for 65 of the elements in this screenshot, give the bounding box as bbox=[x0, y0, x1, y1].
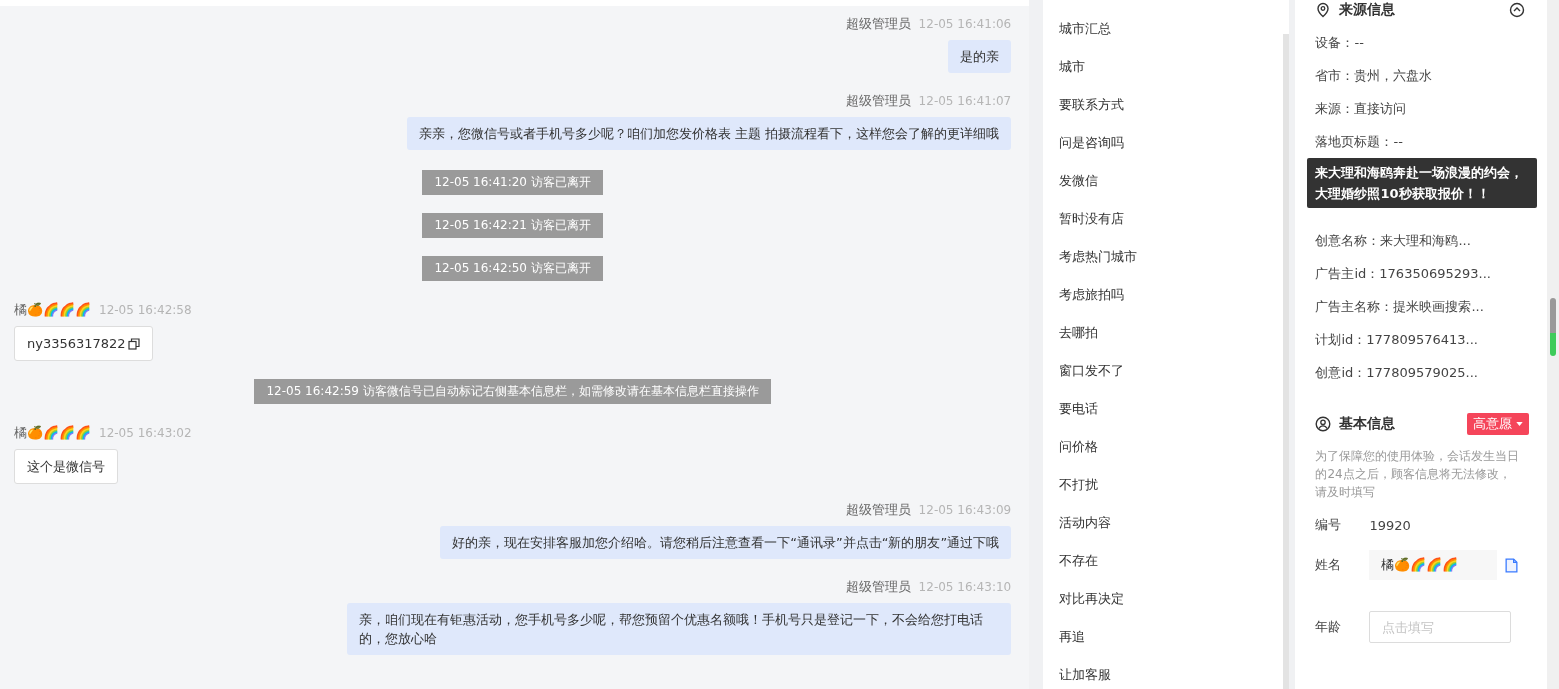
quick-reply-item[interactable]: 去哪拍 bbox=[1059, 314, 1283, 352]
quick-reply-item[interactable]: 再追 bbox=[1059, 618, 1283, 656]
quick-reply-item[interactable]: 发微信 bbox=[1059, 162, 1283, 200]
section-title: 基本信息 bbox=[1339, 415, 1396, 433]
message-time: 12-05 16:42:58 bbox=[99, 303, 192, 317]
quick-reply-item[interactable]: 暂时没有店 bbox=[1059, 200, 1283, 238]
location-pin-icon bbox=[1315, 2, 1332, 18]
tooltip: 来大理和海鸥奔赴一场浪漫的约会，大理婚纱照10秒获取报价！！ bbox=[1307, 158, 1538, 208]
sender-name: 超级管理员 bbox=[845, 578, 911, 596]
quick-reply-item[interactable]: 考虑热门城市 bbox=[1059, 238, 1283, 276]
quick-reply-item[interactable]: 活动内容 bbox=[1059, 504, 1283, 542]
sender-name: 橘🍊🌈🌈🌈 bbox=[14, 301, 91, 319]
message-bubble: 好的亲，现在安排客服加您介绍哈。请您稍后注意查看一下“通讯录”并点击“新的朋友”通过下哦 bbox=[440, 526, 1012, 559]
quick-reply-item[interactable]: 不存在 bbox=[1059, 542, 1283, 580]
info-row-text: 创意名称：来大理和海鸥... bbox=[1315, 232, 1472, 250]
message-bubble: 是的亲 bbox=[948, 40, 1012, 73]
user-circle-icon bbox=[1315, 416, 1332, 432]
system-notice: 12-05 16:42:59 访客微信号已自动标记右侧基本信息栏，如需修改请在基本信息栏直接操作 bbox=[254, 379, 771, 404]
quick-reply-item[interactable]: 问是咨询吗 bbox=[1059, 124, 1283, 162]
message-time: 12-05 16:43:10 bbox=[918, 580, 1012, 594]
info-row-text: 广告主名称：提米映画搜索... bbox=[1315, 298, 1485, 316]
quick-reply-item[interactable]: 城市汇总 bbox=[1059, 10, 1283, 48]
intent-dropdown[interactable]: 高意愿 bbox=[1467, 413, 1530, 435]
field-label: 姓名 bbox=[1315, 556, 1343, 574]
message-time: 12-05 16:43:09 bbox=[918, 503, 1012, 517]
name-field: 橘🍊🌈🌈🌈 bbox=[1369, 550, 1498, 580]
info-row-text: 设备：-- bbox=[1315, 34, 1365, 52]
quick-reply-item[interactable]: 要联系方式 bbox=[1059, 86, 1283, 124]
system-notice: 12-05 16:41:20 访客已离开 bbox=[422, 170, 603, 195]
system-notice: 12-05 16:42:50 访客已离开 bbox=[422, 256, 603, 281]
info-row-text: 落地页标题：-- bbox=[1315, 133, 1404, 151]
field-value: 19920 bbox=[1369, 517, 1411, 533]
scrollbar-thumb[interactable] bbox=[1550, 298, 1557, 356]
sender-name: 超级管理员 bbox=[845, 501, 911, 519]
sender-name: 超级管理员 bbox=[845, 15, 911, 33]
quick-reply-item[interactable]: 问价格 bbox=[1059, 428, 1283, 466]
info-row-text: 来源：直接访问 bbox=[1315, 100, 1408, 118]
quick-reply-item[interactable]: 窗口发不了 bbox=[1059, 352, 1283, 390]
message-bubble: ny3356317822 bbox=[14, 326, 153, 361]
message-bubble: 亲亲，您微信号或者手机号多少呢？咱们加您发价格表 主题 拍摄流程看下，这样您会了解的更详细哦 bbox=[406, 117, 1012, 150]
collapse-icon[interactable] bbox=[1509, 2, 1526, 18]
copy-icon[interactable] bbox=[127, 337, 140, 350]
message-time: 12-05 16:41:06 bbox=[918, 17, 1012, 31]
info-row-text: 计划id：177809576413... bbox=[1315, 331, 1479, 349]
section-title: 来源信息 bbox=[1339, 1, 1396, 19]
quick-reply-item[interactable]: 对比再决定 bbox=[1059, 580, 1283, 618]
info-row-text: 创意id：177809579025... bbox=[1315, 364, 1479, 382]
field-label: 编号 bbox=[1315, 516, 1343, 534]
quick-reply-item[interactable]: 要电话 bbox=[1059, 390, 1283, 428]
message-time: 12-05 16:43:02 bbox=[99, 426, 192, 440]
system-notice: 12-05 16:42:21 访客已离开 bbox=[422, 213, 603, 238]
sender-name: 橘🍊🌈🌈🌈 bbox=[14, 424, 91, 442]
quick-reply-item[interactable]: 不打扰 bbox=[1059, 466, 1283, 504]
message-bubble: 亲，咱们现在有钜惠活动，您手机号多少呢，帮您预留个优惠名额哦！手机号只是登记一下，不会给您打电话的，您放心哈 bbox=[347, 603, 1012, 655]
info-row-text: 省市：贵州，六盘水 bbox=[1315, 67, 1434, 85]
info-row-text: 广告主id：176350695293... bbox=[1315, 265, 1492, 283]
notice-text: 为了保障您的使用体验，会话发生当日的24点之后，顾客信息将无法修改，请及时填写 bbox=[1315, 448, 1521, 501]
message-bubble: 这个是微信号 bbox=[14, 449, 118, 484]
quick-reply-item[interactable]: 让加客服 bbox=[1059, 656, 1283, 689]
caret-icon bbox=[1516, 422, 1524, 426]
field-label: 年龄 bbox=[1315, 618, 1343, 636]
message-time: 12-05 16:41:07 bbox=[918, 94, 1012, 108]
sender-name: 超级管理员 bbox=[845, 92, 911, 110]
quick-reply-item[interactable]: 城市 bbox=[1059, 48, 1283, 86]
quick-reply-item[interactable]: 考虑旅拍吗 bbox=[1059, 276, 1283, 314]
